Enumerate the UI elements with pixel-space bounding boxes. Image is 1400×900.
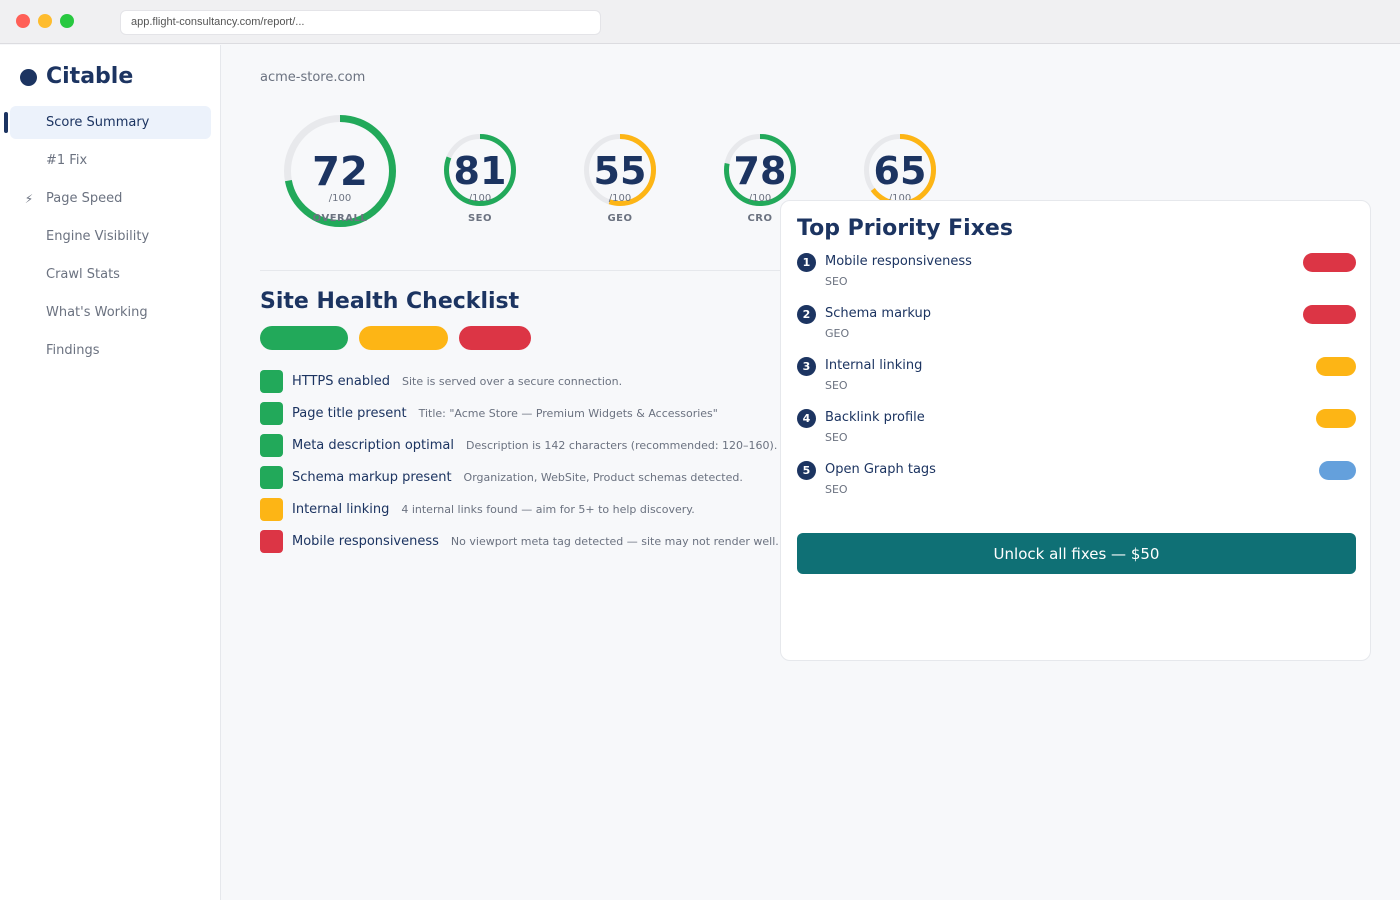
minimize-window-button[interactable] — [38, 14, 52, 28]
fix-name: Backlink profile — [825, 410, 925, 425]
score-gauge-overall: 72 /100 OVERALL — [284, 115, 396, 227]
severity-badge — [1316, 409, 1356, 428]
fix-item[interactable]: 2 Schema markup GEO — [797, 304, 1357, 348]
fix-name: Mobile responsiveness — [825, 254, 972, 269]
legend-pass-pill[interactable] — [260, 326, 348, 350]
logo-icon — [20, 69, 37, 86]
sidebar-item-findings[interactable]: Findings — [10, 334, 211, 367]
priority-fixes-panel: Top Priority Fixes 1 Mobile responsivene… — [780, 200, 1371, 661]
checklist-item: Meta description optimal Description is … — [260, 433, 777, 457]
status-indicator — [260, 369, 283, 393]
sidebar-item-label: Engine Visibility — [46, 229, 150, 244]
severity-badge — [1303, 305, 1356, 324]
fix-category: SEO — [825, 275, 848, 288]
check-name: Internal linking — [292, 501, 390, 517]
check-description: 4 internal links found — aim for 5+ to h… — [401, 502, 695, 516]
sidebar-item-crawl-stats[interactable]: Crawl Stats — [10, 258, 211, 291]
check-description: Title: "Acme Store — Premium Widgets & A… — [418, 406, 718, 420]
score-label: SEO — [467, 213, 493, 224]
sidebar-item-label: Score Summary — [46, 115, 150, 130]
score-label: GEO — [607, 213, 633, 224]
score-value: 65 — [873, 149, 927, 193]
fix-category: SEO — [825, 379, 848, 392]
fix-category: SEO — [825, 483, 848, 496]
legend-warn-pill[interactable] — [359, 326, 448, 350]
score-max: /100 — [328, 193, 352, 204]
sidebar-item-score-summary[interactable]: Score Summary — [4, 106, 211, 139]
score-value: 72 — [312, 149, 368, 195]
checklist-item: HTTPS enabled Site is served over a secu… — [260, 369, 622, 393]
close-window-button[interactable] — [16, 14, 30, 28]
check-description: Organization, WebSite, Product schemas d… — [463, 470, 743, 484]
check-name: Meta description optimal — [292, 437, 454, 453]
score-gauge-fifth: 65 /100 — [864, 134, 936, 206]
check-description: Description is 142 characters (recommend… — [465, 438, 778, 452]
checklist-item: Schema markup present Organization, WebS… — [260, 465, 743, 489]
score-gauge-cro: 78 /100 CRO — [724, 134, 796, 224]
sidebar-item-top-fix[interactable]: #1 Fix — [10, 144, 211, 177]
fix-item[interactable]: 5 Open Graph tags SEO — [797, 460, 1357, 504]
fix-item[interactable]: 3 Internal linking SEO — [797, 356, 1357, 400]
score-label: OVERALL — [312, 213, 368, 224]
score-gauge-seo: 81 /100 SEO — [444, 134, 516, 224]
score-value: 78 — [733, 149, 787, 193]
score-value: 81 — [453, 149, 507, 193]
check-name: Schema markup present — [292, 469, 452, 485]
maximize-window-button[interactable] — [60, 14, 74, 28]
checklist-item: Mobile responsiveness No viewport meta t… — [260, 529, 779, 553]
lightning-icon: ⚡ — [24, 191, 34, 206]
sidebar-item-label: Page Speed — [46, 191, 123, 206]
site-domain: acme-store.com — [260, 70, 366, 85]
fix-rank-badge: 2 — [797, 305, 816, 324]
status-indicator — [260, 497, 283, 521]
fix-category: SEO — [825, 431, 848, 444]
score-gauge-geo: 55 /100 GEO — [584, 134, 656, 224]
panel-title: Top Priority Fixes — [797, 216, 1013, 241]
sidebar-item-whats-working[interactable]: What's Working — [10, 296, 211, 329]
sidebar-item-label: Crawl Stats — [46, 267, 120, 282]
score-value: 55 — [593, 149, 647, 193]
sidebar-item-label: Findings — [46, 343, 100, 358]
browser-chrome: app.flight-consultancy.com/report/... — [0, 0, 1400, 44]
logo[interactable]: Citable — [20, 61, 133, 91]
check-name: Page title present — [292, 405, 407, 421]
score-max: /100 — [468, 193, 492, 204]
fix-name: Internal linking — [825, 358, 923, 373]
sidebar: Citable Score Summary #1 Fix ⚡ Page Spee… — [0, 45, 221, 900]
status-indicator — [260, 465, 283, 489]
severity-badge — [1316, 357, 1356, 376]
fix-rank-badge: 4 — [797, 409, 816, 428]
check-name: HTTPS enabled — [292, 373, 390, 389]
fix-item[interactable]: 1 Mobile responsiveness SEO — [797, 252, 1357, 296]
fix-name: Schema markup — [825, 306, 931, 321]
legend-fail-pill[interactable] — [459, 326, 531, 350]
status-indicator — [260, 529, 283, 553]
section-divider — [260, 270, 780, 271]
sidebar-item-label: What's Working — [46, 305, 148, 320]
fix-name: Open Graph tags — [825, 462, 936, 477]
fix-rank-badge: 5 — [797, 461, 816, 480]
check-name: Mobile responsiveness — [292, 533, 439, 549]
severity-badge — [1303, 253, 1356, 272]
checklist-item: Internal linking 4 internal links found … — [260, 497, 695, 521]
fix-rank-badge: 1 — [797, 253, 816, 272]
fix-category: GEO — [825, 327, 850, 340]
status-indicator — [260, 401, 283, 425]
address-bar[interactable]: app.flight-consultancy.com/report/... — [120, 10, 601, 35]
logo-text: Citable — [46, 63, 134, 89]
checklist-title: Site Health Checklist — [260, 289, 520, 314]
status-indicator — [260, 433, 283, 457]
sidebar-item-label: #1 Fix — [46, 153, 88, 168]
check-description: Site is served over a secure connection. — [401, 374, 623, 388]
fix-rank-badge: 3 — [797, 357, 816, 376]
unlock-fixes-button[interactable]: Unlock all fixes — $50 — [797, 533, 1356, 574]
sidebar-item-engine-visibility[interactable]: Engine Visibility — [10, 220, 211, 253]
check-description: No viewport meta tag detected — site may… — [450, 534, 779, 548]
score-max: /100 — [608, 193, 632, 204]
severity-badge — [1319, 461, 1356, 480]
fix-item[interactable]: 4 Backlink profile SEO — [797, 408, 1357, 452]
sidebar-nav: Score Summary #1 Fix ⚡ Page Speed Engine… — [0, 106, 221, 372]
sidebar-item-page-speed[interactable]: ⚡ Page Speed — [10, 182, 211, 215]
checklist-item: Page title present Title: "Acme Store — … — [260, 401, 718, 425]
